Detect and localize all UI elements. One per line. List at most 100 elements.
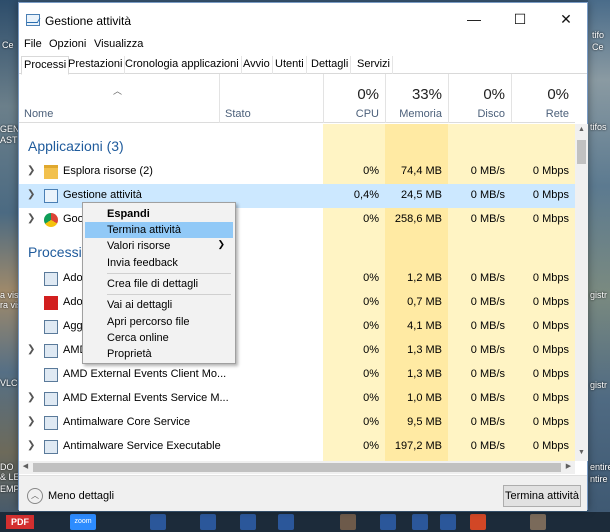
scroll-up-icon[interactable]: ▲ (575, 126, 588, 133)
desktop-label: Ce (2, 40, 14, 50)
tab-startup[interactable]: Avvio (241, 56, 273, 74)
ctx-send-feedback[interactable]: Invia feedback (85, 255, 233, 271)
chevron-right-icon[interactable]: ❯ (27, 416, 35, 427)
context-menu: Espandi Termina attività Valori risorse … (82, 202, 236, 364)
scroll-right-icon[interactable]: ▶ (562, 462, 575, 470)
desktop-label: gistr (590, 380, 608, 390)
tab-bar: Processi Prestazioni Cronologia applicaz… (19, 55, 587, 75)
title-bar[interactable]: Gestione attività — ☐ ✕ (19, 3, 587, 35)
network-total: 0% (547, 86, 569, 103)
table-row[interactable]: ❯ AMD External Events Service M... 0% 1,… (19, 387, 575, 411)
menu-divider (107, 294, 231, 295)
scroll-thumb[interactable] (33, 463, 561, 472)
desktop-label: AST (0, 135, 18, 145)
disk-total: 0% (483, 86, 505, 103)
app-icon (44, 368, 58, 382)
app-icon (44, 272, 58, 286)
menu-divider (107, 273, 231, 274)
tab-users[interactable]: Utenti (273, 56, 307, 74)
vertical-scrollbar[interactable]: ▲ ▼ (575, 124, 588, 461)
horizontal-scrollbar[interactable]: ◀ ▶ (19, 461, 575, 474)
sort-up-icon: ︿ (113, 86, 123, 96)
chevron-right-icon[interactable]: ❯ (27, 213, 35, 224)
group-header-apps[interactable]: Applicazioni (3) (28, 138, 124, 154)
memory-total: 33% (411, 86, 442, 103)
table-row[interactable]: ❯ Antimalware Core Service 0% 9,5 MB 0 M… (19, 411, 575, 435)
adobe-icon (44, 296, 58, 310)
task-manager-icon (26, 14, 40, 26)
column-disk[interactable]: 0% Disco (448, 74, 511, 123)
app-icon (44, 320, 58, 334)
column-header: ︿ Nome Stato 0% CPU 33% Memoria 0% Disco… (19, 74, 575, 123)
ctx-end-task[interactable]: Termina attività (85, 222, 233, 238)
ctx-search-online[interactable]: Cerca online (85, 330, 233, 346)
chevron-right-icon: ❯ (217, 239, 225, 249)
end-task-button[interactable]: Termina attività (503, 485, 581, 507)
folder-icon (44, 165, 58, 179)
desktop-label: GEN (0, 124, 20, 134)
chevron-right-icon[interactable]: ❯ (27, 344, 35, 355)
chevron-right-icon[interactable]: ❯ (27, 189, 35, 200)
desktop-label: tifo (592, 30, 605, 40)
desktop-label: Ce (592, 42, 604, 52)
desktop-label: EMP (0, 484, 20, 494)
scroll-thumb[interactable] (577, 140, 586, 164)
ctx-resource-values[interactable]: Valori risorse ❯ (85, 238, 233, 254)
word-taskbar-icon[interactable] (150, 514, 166, 530)
photo-taskbar-icon[interactable] (340, 514, 356, 530)
scroll-left-icon[interactable]: ◀ (19, 462, 32, 470)
maximize-button[interactable]: ☐ (497, 3, 543, 35)
table-row[interactable]: AMD External Events Client Mo... 0% 1,3 … (19, 363, 575, 387)
word-taskbar-icon[interactable] (440, 514, 456, 530)
pdf-taskbar-icon[interactable]: PDF (6, 515, 34, 529)
group-header-processes[interactable]: Processi (28, 244, 82, 260)
chevron-right-icon[interactable]: ❯ (27, 392, 35, 403)
zoom-taskbar-icon[interactable]: zoom (70, 514, 96, 530)
desktop-label: tifos (590, 122, 607, 132)
desktop-label: entire (590, 462, 610, 472)
ctx-properties[interactable]: Proprietà (85, 346, 233, 362)
word-taskbar-icon[interactable] (240, 514, 256, 530)
minimize-button[interactable]: — (451, 3, 497, 35)
cpu-total: 0% (357, 86, 379, 103)
photo-taskbar-icon[interactable] (530, 514, 546, 530)
chevron-right-icon[interactable]: ❯ (27, 165, 35, 176)
desktop-right-strip (588, 0, 610, 532)
app-icon (44, 440, 58, 454)
column-memory[interactable]: 33% Memoria (385, 74, 448, 123)
table-row[interactable]: ❯ Esplora risorse (2) 0% 74,4 MB 0 MB/s … (19, 160, 575, 184)
ctx-open-file-location[interactable]: Apri percorso file (85, 314, 233, 330)
ctx-go-to-details[interactable]: Vai ai dettagli (85, 297, 233, 313)
tab-performance[interactable]: Prestazioni (66, 56, 126, 74)
column-cpu[interactable]: 0% CPU (323, 74, 385, 123)
menu-file[interactable]: File (24, 38, 42, 50)
word-taskbar-icon[interactable] (200, 514, 216, 530)
menu-bar: File Opzioni Visualizza (19, 35, 587, 55)
column-network[interactable]: 0% Rete (511, 74, 575, 123)
desktop-label: VLC (0, 378, 18, 388)
scroll-down-icon[interactable]: ▼ (575, 449, 588, 456)
table-row[interactable]: ❯ Antimalware Service Executable 0% 197,… (19, 435, 575, 459)
word-taskbar-icon[interactable] (380, 514, 396, 530)
tab-services[interactable]: Servizi (355, 56, 394, 74)
word-taskbar-icon[interactable] (412, 514, 428, 530)
chevron-up-icon[interactable]: ︿ (27, 488, 43, 504)
menu-view[interactable]: Visualizza (94, 38, 143, 50)
less-details-link[interactable]: Meno dettagli (48, 490, 114, 502)
tab-app-history[interactable]: Cronologia applicazioni (123, 56, 242, 74)
powerpoint-taskbar-icon[interactable] (470, 514, 486, 530)
close-button[interactable]: ✕ (543, 3, 589, 35)
tab-details[interactable]: Dettagli (309, 56, 352, 74)
window-title: Gestione attività (45, 14, 132, 28)
footer: ︿ Meno dettagli Termina attività (19, 475, 587, 511)
ctx-create-dump[interactable]: Crea file di dettagli (85, 276, 233, 292)
column-status[interactable]: Stato (219, 74, 323, 123)
task-manager-icon (44, 189, 58, 203)
tab-processes[interactable]: Processi (21, 56, 70, 75)
column-name[interactable]: ︿ Nome (19, 74, 219, 123)
desktop-label: DO (0, 462, 14, 472)
chevron-right-icon[interactable]: ❯ (27, 440, 35, 451)
word-taskbar-icon[interactable] (278, 514, 294, 530)
ctx-expand[interactable]: Espandi (85, 206, 233, 222)
menu-options[interactable]: Opzioni (49, 38, 86, 50)
